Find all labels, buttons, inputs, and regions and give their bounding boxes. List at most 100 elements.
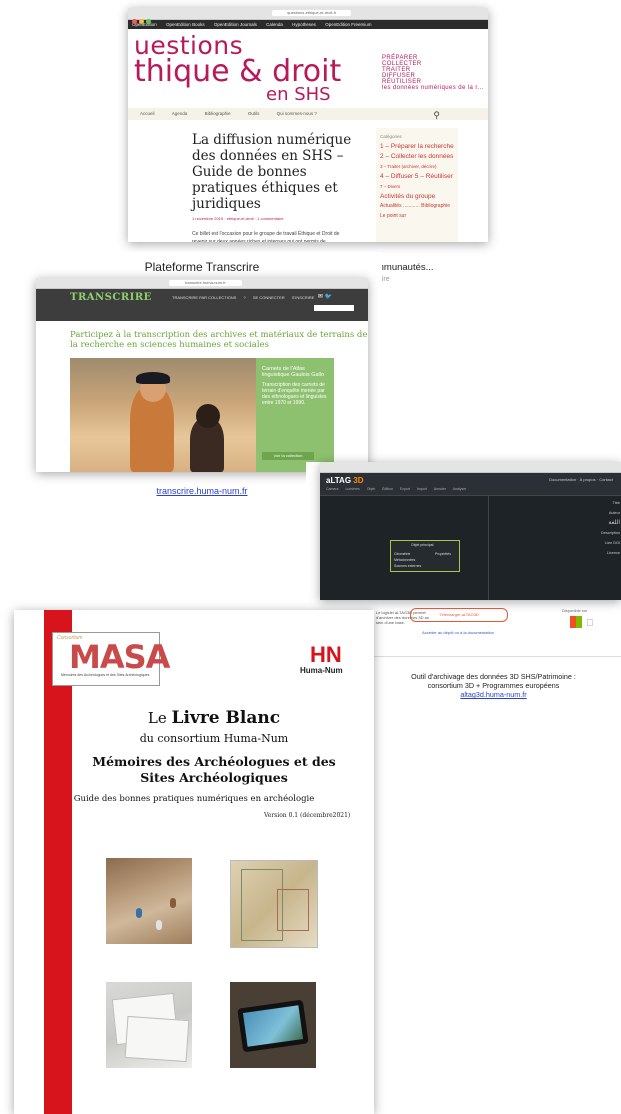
properties-form: Titre Auteur اللغة Description Lien DOI … bbox=[500, 498, 620, 558]
sidebar-link[interactable]: 2 – Collecter les données bbox=[380, 153, 458, 160]
toolbar-item[interactable]: Objet bbox=[367, 487, 375, 491]
right-menu-item[interactable]: Contact bbox=[599, 477, 613, 482]
archive-sheet bbox=[124, 1015, 190, 1063]
menu-item[interactable]: Qui sommes-nous ? bbox=[277, 111, 317, 116]
toolbar-item[interactable]: Édition bbox=[382, 487, 393, 491]
form-field[interactable]: اللغة bbox=[500, 518, 620, 528]
altag-caption: Outil d'archivage des données 3D SHS/Pat… bbox=[366, 672, 621, 699]
menu-item[interactable]: Outils bbox=[248, 111, 260, 116]
sidebar-link[interactable]: 1 – Préparer la recherche bbox=[380, 143, 458, 150]
toolbar-item[interactable]: Camera bbox=[326, 487, 338, 491]
navbar-item[interactable]: OpenEdition Journals bbox=[214, 22, 257, 27]
node-side: Propriétés bbox=[435, 552, 451, 556]
sidebar-link[interactable]: Actualités ............ Bibliographie bbox=[380, 203, 458, 210]
view-collection-button[interactable]: Voir la collection bbox=[262, 452, 314, 460]
download-altag-button[interactable]: Télécharger aLTAG3D bbox=[410, 608, 508, 622]
minimize-icon[interactable] bbox=[139, 19, 144, 24]
altag-doc-link[interactable]: Accéder au dépôt ou à la documentation bbox=[418, 630, 498, 636]
browser-titlebar: questions-ethique-et-droit.fr bbox=[128, 8, 488, 24]
right-menu-item[interactable]: Documentation bbox=[549, 477, 576, 482]
panel-divider bbox=[488, 495, 489, 600]
navbar-item[interactable]: OpenEdition Books bbox=[166, 22, 205, 27]
menu-item[interactable]: Agenda bbox=[172, 111, 188, 116]
toolbar-item[interactable]: Import bbox=[417, 487, 427, 491]
masa-logo: Consortium MASA Mémoires des Archéologue… bbox=[52, 632, 170, 686]
caption-line: consortium 3D + Programmes européens bbox=[427, 681, 560, 690]
apple-icon[interactable]:  bbox=[586, 618, 594, 629]
collection-panel[interactable]: Carnets de l'Atlas linguistique Gaulois … bbox=[256, 358, 334, 472]
platform-label: Disponible sur bbox=[562, 608, 588, 613]
form-field[interactable]: Titre bbox=[500, 498, 620, 508]
photo-turban bbox=[136, 372, 170, 384]
screenshot-altag3d: aLTAG 3D Camera Lumières Objet Édition E… bbox=[320, 462, 621, 600]
toolbar-item[interactable]: Lumières bbox=[345, 487, 359, 491]
nav-item[interactable]: TRANSCRIRE PAR COLLECTIONS bbox=[172, 295, 236, 300]
sidebar-link[interactable]: Le point sur bbox=[380, 213, 458, 220]
form-field[interactable]: Lien DOI bbox=[500, 538, 620, 548]
node-title: Objet principal bbox=[411, 543, 434, 547]
huma-num-text: Huma-Num bbox=[300, 666, 343, 675]
divider bbox=[366, 656, 621, 657]
site-headline: Participez à la transcription des archiv… bbox=[70, 330, 368, 350]
tablet-device bbox=[237, 999, 309, 1053]
collection-title: Carnets de l'Atlas linguistique Gaulois … bbox=[262, 366, 325, 378]
book-main-title: Mémoires des Archéologues et des Sites A… bbox=[92, 754, 336, 785]
menu-item[interactable]: Accueil bbox=[140, 111, 155, 116]
app-logo-suffix: 3D bbox=[353, 476, 364, 485]
site-plan-image bbox=[230, 860, 318, 948]
site-menu: Accueil Agenda Bibliographie Outils Qui … bbox=[128, 108, 488, 120]
right-menu-item[interactable]: À propos bbox=[580, 477, 596, 482]
app-logo[interactable]: aLTAG 3D bbox=[326, 476, 364, 485]
card-caption: Plateforme Transcrire bbox=[144, 260, 260, 274]
toolbar-item[interactable]: Annoter bbox=[434, 487, 446, 491]
form-field[interactable]: Description bbox=[500, 528, 620, 538]
sidebar-link[interactable]: 7 – Divers bbox=[380, 183, 458, 190]
address-bar[interactable]: questions-ethique-et-droit.fr bbox=[272, 10, 352, 16]
altag-link[interactable]: altag3d.huma-num.fr bbox=[366, 690, 621, 699]
menu-item[interactable]: Bibliographie bbox=[205, 111, 231, 116]
sidebar-categories: Catégories 1 – Préparer la recherche 2 –… bbox=[376, 128, 458, 242]
sidebar-link[interactable]: 4 – Diffuser 5 – Réutiliser bbox=[380, 173, 458, 180]
collection-text: Carnets de l'Atlas linguistique Gaulois … bbox=[262, 366, 328, 406]
nav-item[interactable]: ? bbox=[244, 295, 246, 300]
form-field[interactable]: Auteur bbox=[500, 508, 620, 518]
site-tagline: PRÉPARER COLLECTER TRAITER DIFFUSER RÉUT… bbox=[382, 55, 484, 91]
node-item: Sources externes bbox=[394, 564, 422, 568]
window-controls[interactable] bbox=[132, 11, 153, 29]
search-icon[interactable]: ⚲ bbox=[433, 109, 440, 121]
sidebar-link[interactable]: 3 – Traiter (archiver, décrire) bbox=[380, 163, 458, 170]
site-title-line3: en SHS bbox=[266, 84, 331, 105]
book-version: Version 0.1 (décembre2021) bbox=[264, 812, 351, 819]
navbar-item[interactable]: Calenda bbox=[266, 22, 283, 27]
photo-figure bbox=[170, 898, 176, 908]
address-bar[interactable]: transcrire.huma-num.fr bbox=[168, 280, 242, 286]
nav-item[interactable]: S'INSCRIRE bbox=[292, 295, 315, 300]
nav-item[interactable]: SE CONNECTER bbox=[253, 295, 285, 300]
form-field[interactable]: Licence bbox=[500, 548, 620, 558]
navbar-item[interactable]: OpenEdition Freemium bbox=[325, 22, 371, 27]
app-header: aLTAG 3D Camera Lumières Objet Édition E… bbox=[320, 473, 621, 496]
node-item: Métadonnées bbox=[394, 558, 416, 562]
toolbar-item[interactable]: Analyser bbox=[453, 487, 467, 491]
excavation-photo bbox=[106, 858, 192, 944]
app-right-menu: Documentation · À propos · Contact bbox=[549, 477, 613, 482]
toolbar-item[interactable]: Export bbox=[400, 487, 410, 491]
browser-titlebar bbox=[320, 462, 621, 478]
tagline-line: les données numériques de la r... bbox=[382, 85, 484, 91]
article-title[interactable]: La diffusion numérique des données en SH… bbox=[192, 132, 362, 212]
app-logo-name: aLTAG bbox=[326, 476, 352, 485]
search-input[interactable] bbox=[314, 305, 354, 311]
sidebar-heading: Catégories bbox=[380, 134, 402, 139]
windows-icon[interactable] bbox=[570, 616, 582, 628]
sidebar-link[interactable]: Activités du groupe bbox=[380, 193, 458, 200]
article-body: Ce billet est l'occasion pour le groupe … bbox=[192, 231, 340, 242]
site-logo[interactable]: TRANSCRIRE bbox=[70, 292, 152, 303]
book-subtitle: du consortium Huma-Num bbox=[139, 732, 289, 745]
huma-num-logo: HN bbox=[310, 642, 342, 667]
maximize-icon[interactable] bbox=[146, 19, 151, 24]
plan-outline bbox=[277, 889, 309, 931]
close-icon[interactable] bbox=[132, 19, 137, 24]
openedition-navbar: OpenEdition OpenEdition Books OpenEditio… bbox=[128, 20, 488, 29]
navbar-item[interactable]: Hypotheses bbox=[292, 22, 316, 27]
graph-node[interactable]: Objet principal Géométrie Métadonnées So… bbox=[390, 540, 460, 572]
